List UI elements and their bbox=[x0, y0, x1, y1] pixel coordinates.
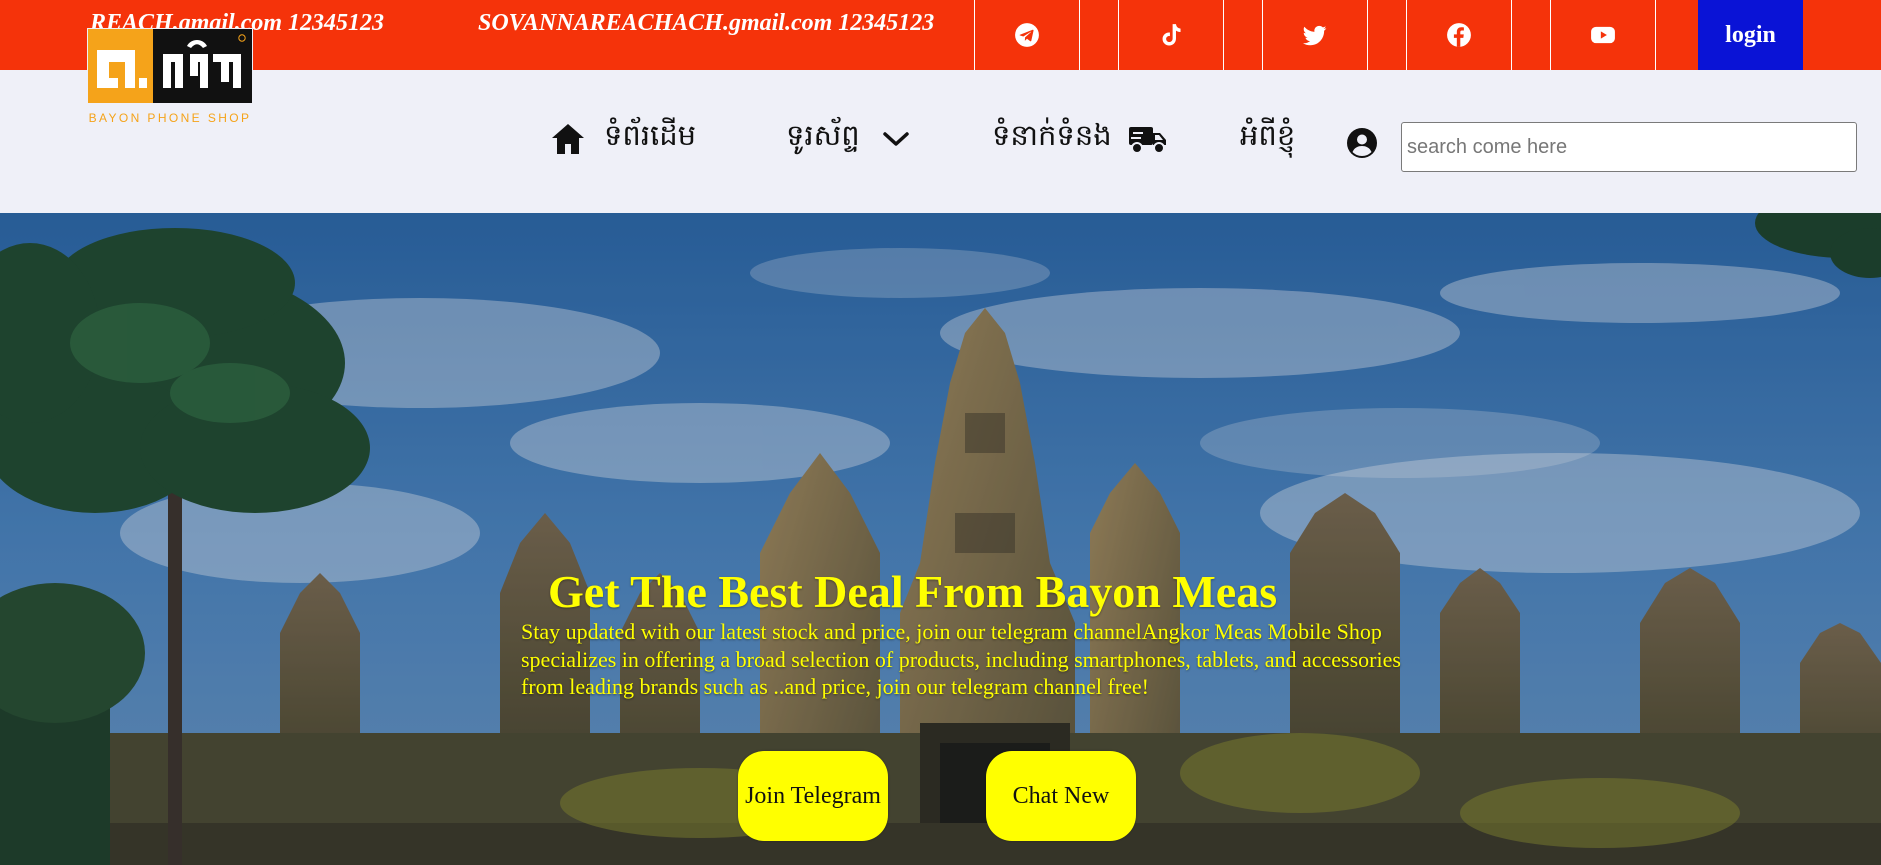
nav-about[interactable]: អំពីខ្ញុំ bbox=[1240, 118, 1295, 160]
twitter-icon bbox=[1302, 25, 1327, 46]
top-bar: REACH.gmail.com 12345123 SOVANNAREACHACH… bbox=[0, 0, 1881, 70]
contact-email-2: SOVANNAREACHACH.gmail.com 12345123 bbox=[478, 10, 935, 36]
chevron-down-icon bbox=[882, 132, 909, 146]
nav-phones-dropdown[interactable]: ទូរស័ព្ទ bbox=[786, 118, 910, 160]
hero-description: Stay updated with our latest stock and p… bbox=[521, 619, 1401, 699]
user-account-icon[interactable] bbox=[1346, 127, 1378, 159]
facebook-icon bbox=[1447, 23, 1471, 47]
nav-contact[interactable]: ទំនាក់ទំនង bbox=[992, 118, 1168, 160]
search-input[interactable] bbox=[1401, 122, 1857, 172]
youtube-link[interactable] bbox=[1550, 0, 1656, 70]
join-telegram-button[interactable]: Join Telegram bbox=[738, 751, 888, 841]
bayon-phone-shop-logo[interactable]: BAYON PHONE SHOP bbox=[87, 28, 253, 130]
hero-banner: Get The Best Deal From Bayon Meas Stay u… bbox=[0, 213, 1881, 865]
youtube-icon bbox=[1591, 26, 1615, 44]
nav-phones-label: ទូរស័ព្ទ bbox=[786, 118, 860, 152]
facebook-link[interactable] bbox=[1406, 0, 1512, 70]
nav-home[interactable]: ទំព័រដើម bbox=[550, 118, 696, 160]
telegram-link[interactable] bbox=[974, 0, 1080, 70]
nav-about-label: អំពីខ្ញុំ bbox=[1240, 118, 1296, 152]
telegram-icon bbox=[1015, 23, 1039, 47]
login-button[interactable]: login bbox=[1698, 0, 1803, 70]
delivery-truck-icon bbox=[1128, 127, 1166, 154]
hero-title: Get The Best Deal From Bayon Meas bbox=[548, 566, 1278, 617]
tiktok-icon bbox=[1162, 24, 1181, 46]
tiktok-link[interactable] bbox=[1118, 0, 1224, 70]
nav-contact-label: ទំនាក់ទំនង bbox=[992, 118, 1112, 152]
nav-home-label: ទំព័រដើម bbox=[604, 118, 697, 152]
logo-caption: BAYON PHONE SHOP bbox=[89, 111, 252, 125]
home-icon bbox=[552, 124, 584, 154]
twitter-link[interactable] bbox=[1262, 0, 1368, 70]
chat-now-button[interactable]: Chat New bbox=[986, 751, 1136, 841]
angkor-temple-background-image bbox=[0, 213, 1881, 865]
